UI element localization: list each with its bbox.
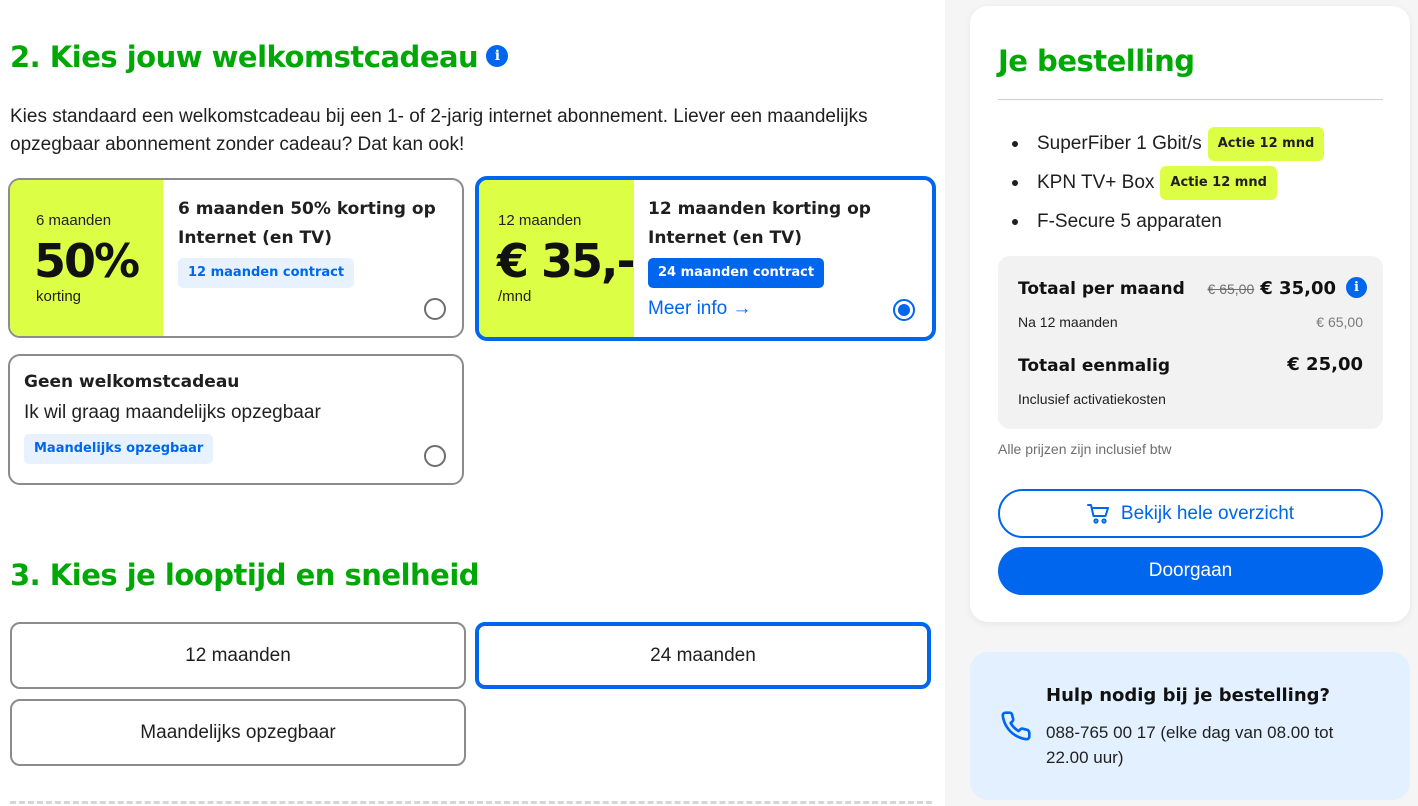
help-box: Hulp nodig bij je bestelling? 088-765 00… [970, 652, 1410, 800]
order-summary-panel: Je bestelling SuperFiber 1 Gbit/s Actie 1… [970, 6, 1410, 622]
promo-amount: € 35,- [497, 234, 636, 288]
after-period-price: € 65,00 [1316, 314, 1363, 330]
price-summary: Totaal per maand € 65,00 € 35,00 i Na 12 m… [998, 256, 1383, 429]
new-monthly-price: € 35,00 [1260, 278, 1336, 299]
vat-note: Alle prijzen zijn inclusief btw [998, 441, 1172, 457]
divider [998, 99, 1383, 100]
view-overview-label: Bekijk hele overzicht [1120, 502, 1295, 524]
old-monthly-price: € 65,00 [1207, 281, 1255, 297]
promo-unit: /mnd [498, 288, 532, 305]
contract-badge: 12 maanden contract [178, 258, 355, 288]
continue-button[interactable]: Doorgaan [998, 547, 1383, 595]
contract-badge: 24 maanden contract [648, 258, 825, 288]
monthly-total: € 65,00 € 35,00 i [1207, 277, 1367, 300]
section-3-title: 3. Kies je looptijd en snelheid [10, 558, 480, 592]
one-time-total-label: Totaal eenmalig [1018, 356, 1171, 376]
section-2-intro: Kies standaard een welkomstcadeau bij ee… [10, 106, 868, 155]
promo-duration: 12 maanden [498, 212, 582, 229]
term-option-12-months[interactable]: 12 maanden [10, 622, 466, 689]
promo-unit: korting [36, 288, 82, 305]
gift-option-title: 6 maanden 50% korting op Internet (en TV… [178, 199, 436, 248]
order-item: F-Secure 5 apparaten [998, 202, 1324, 241]
order-items: SuperFiber 1 Gbit/s Actie 12 mnd KPN TV+ … [998, 124, 1325, 241]
promo-block: 12 maanden € 35,- /mnd [479, 180, 636, 337]
gift-option-35-per-month[interactable]: 12 maanden € 35,- /mnd 12 maanden kortin… [475, 176, 936, 341]
gift-radio-35-per-month[interactable] [893, 299, 915, 321]
help-title: Hulp nodig bij je bestelling? [1046, 685, 1330, 706]
info-icon[interactable]: i [486, 45, 509, 67]
more-info-link[interactable]: Meer info → [648, 298, 751, 320]
section-2-heading: 2. Kies jouw welkomstcadeau i [10, 40, 509, 74]
promo-tag: Actie 12 mnd [1207, 126, 1325, 161]
order-item-label: F-Secure 5 apparaten [1037, 210, 1222, 232]
monthly-total-label: Totaal per maand [1018, 279, 1185, 299]
order-title: Je bestelling [998, 44, 1195, 78]
phone-icon [1001, 711, 1031, 741]
order-item-label: SuperFiber 1 Gbit/s [1037, 132, 1202, 154]
cart-icon [1086, 503, 1109, 524]
section-2-title: 2. Kies jouw welkomstcadeau [10, 40, 479, 74]
promo-block: 6 maanden 50% korting [10, 180, 163, 336]
gift-option-title: 12 maanden korting op Internet (en TV) [648, 199, 871, 248]
section-divider [10, 801, 932, 804]
gift-option-none[interactable]: Geen welkomstcadeau Ik wil graag maandel… [8, 354, 464, 485]
info-icon[interactable]: i [1346, 277, 1367, 298]
no-gift-subtitle: Ik wil graag maandelijks opzegbaar [24, 402, 321, 423]
order-item-label: KPN TV+ Box [1037, 171, 1155, 193]
main-content: 2. Kies jouw welkomstcadeau i Kies standa… [0, 0, 945, 806]
order-item: KPN TV+ Box Actie 12 mnd [998, 163, 1324, 202]
one-time-total: € 25,00 [1287, 354, 1363, 375]
gift-radio-50-percent[interactable] [424, 298, 446, 320]
monthly-badge: Maandelijks opzegbaar [24, 434, 214, 464]
after-period-label: Na 12 maanden [1018, 314, 1118, 330]
promo-duration: 6 maanden [36, 212, 112, 229]
term-option-monthly[interactable]: Maandelijks opzegbaar [10, 699, 466, 766]
activation-note: Inclusief activatiekosten [1018, 391, 1166, 407]
order-item: SuperFiber 1 Gbit/s Actie 12 mnd [998, 124, 1325, 163]
view-overview-button[interactable]: Bekijk hele overzicht [998, 489, 1383, 538]
promo-tag: Actie 12 mnd [1160, 165, 1277, 200]
term-option-24-months[interactable]: 24 maanden [475, 622, 931, 689]
promo-amount: 50% [34, 234, 140, 288]
gift-radio-none[interactable] [424, 445, 446, 467]
no-gift-title: Geen welkomstcadeau [24, 372, 240, 392]
help-phone-text: 088-765 00 17 (elke dag van 08.00 tot 22… [1046, 723, 1334, 767]
gift-option-50-percent[interactable]: 6 maanden 50% korting 6 maanden 50% kort… [8, 178, 464, 338]
